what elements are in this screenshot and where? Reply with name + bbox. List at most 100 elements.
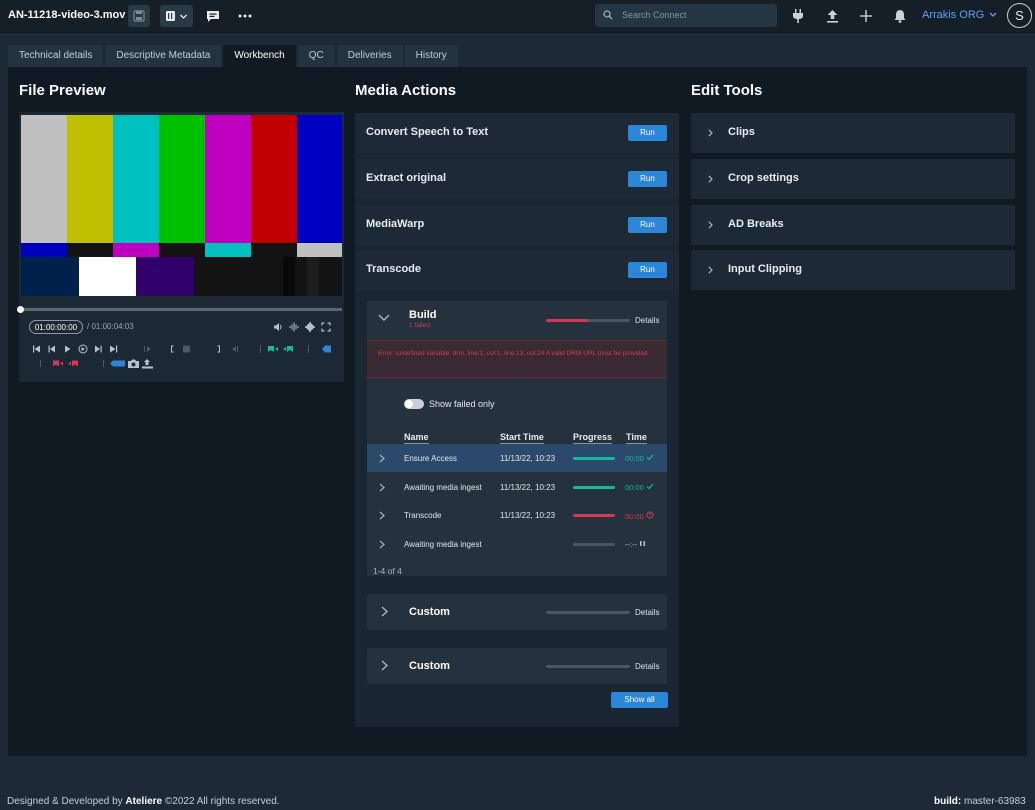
run-button[interactable]: Run — [628, 217, 667, 233]
notifications-button[interactable] — [892, 8, 908, 24]
footer-suffix: ©2022 All rights reserved. — [164, 796, 280, 807]
column-header-time[interactable]: Time — [626, 432, 647, 444]
duration-readout: / 01:00:04:03 — [87, 322, 134, 331]
comments-button[interactable] — [202, 5, 224, 27]
chevron-right-icon — [708, 129, 713, 137]
chevron-right-icon[interactable] — [379, 540, 385, 549]
video-player: 01:00:00:00 / 01:00:04:03 — [17, 112, 344, 382]
show-all-button[interactable]: Show all — [611, 692, 668, 708]
details-link[interactable]: Details — [635, 608, 659, 617]
chevron-right-icon[interactable] — [379, 483, 385, 492]
add-button[interactable] — [858, 8, 874, 24]
workflow-progress-fill — [546, 319, 588, 322]
task-name: Ensure Access — [404, 454, 457, 463]
edit-tool-ad-breaks[interactable]: AD Breaks — [691, 205, 1015, 245]
chevron-down-icon — [989, 12, 997, 17]
task-name: Transcode — [404, 511, 442, 520]
workflow-custom[interactable]: Custom Details — [367, 594, 667, 630]
upload-button[interactable] — [824, 8, 840, 24]
timeline-scrubber[interactable] — [17, 306, 342, 313]
task-start: 11/13/22, 10:23 — [500, 511, 556, 520]
chevron-right-icon[interactable] — [381, 606, 388, 617]
plus-icon — [860, 10, 872, 22]
video-frame — [21, 115, 342, 296]
table-row[interactable]: Transcode 11/13/22, 10:23 00:00 — [367, 501, 667, 529]
chevron-right-icon[interactable] — [381, 660, 388, 671]
avatar[interactable]: S — [1007, 3, 1032, 28]
toggle-label: Show failed only — [429, 399, 495, 409]
error-banner: Error: undefined variable: drm, line:1, … — [367, 340, 667, 378]
action-convert-speech-to-text: Convert Speech to Text Run — [355, 113, 679, 153]
org-name: Arrakis ORG — [922, 9, 985, 21]
footer-brand-link[interactable]: Ateliere — [125, 796, 162, 807]
tab-workbench[interactable]: Workbench — [223, 45, 296, 67]
edit-tools-title: Edit Tools — [691, 82, 763, 99]
error-icon — [646, 511, 654, 519]
check-icon — [646, 483, 654, 490]
chevron-right-icon[interactable] — [379, 454, 385, 463]
edit-tool-input-clipping[interactable]: Input Clipping — [691, 250, 1015, 290]
task-start: 11/13/22, 10:23 — [500, 454, 556, 463]
integrations-button[interactable] — [790, 8, 806, 24]
current-timecode[interactable]: 01:00:00:00 — [29, 320, 83, 334]
tab-bar: Technical details Descriptive Metadata W… — [8, 45, 460, 67]
fullscreen-icon[interactable] — [321, 322, 331, 332]
run-button[interactable]: Run — [628, 262, 667, 278]
task-name: Awaiting media ingest — [404, 540, 482, 549]
workflow-status: 1 failed — [409, 322, 430, 329]
details-link[interactable]: Details — [635, 316, 659, 325]
color-bars-image — [21, 115, 342, 296]
footer-credits: Designed & Developed by Ateliere ©2022 A… — [7, 796, 280, 807]
chevron-right-icon — [708, 266, 713, 274]
search-input[interactable]: Search Connect — [595, 4, 777, 27]
save-button[interactable] — [128, 5, 150, 27]
column-header-start-time[interactable]: Start Time — [500, 432, 544, 444]
transport-controls — [33, 344, 331, 354]
task-time-value: 00:00 — [625, 483, 644, 492]
tab-descriptive-metadata[interactable]: Descriptive Metadata — [105, 45, 222, 67]
tab-qc[interactable]: QC — [297, 45, 335, 67]
org-selector[interactable]: Arrakis ORG — [922, 9, 997, 21]
delete-menu-button[interactable] — [160, 5, 193, 27]
playhead-handle[interactable] — [17, 306, 24, 313]
save-icon — [133, 10, 145, 22]
tab-deliveries[interactable]: Deliveries — [336, 45, 403, 67]
table-row[interactable]: Awaiting media ingest --:-- — [367, 530, 667, 558]
task-time: 00:00 — [625, 511, 654, 521]
workflow-progress-bar — [546, 611, 630, 614]
workflow-name: Custom — [409, 660, 450, 672]
task-start: 11/13/22, 10:23 — [500, 483, 556, 492]
show-failed-toggle[interactable] — [404, 399, 424, 409]
file-name: AN-11218-video-3.mov — [8, 9, 126, 21]
media-actions-title: Media Actions — [355, 82, 457, 99]
comment-icon — [207, 10, 219, 22]
chevron-right-icon[interactable] — [379, 511, 385, 520]
column-header-progress[interactable]: Progress — [573, 432, 613, 444]
settings-gear-icon[interactable] — [305, 322, 315, 332]
plug-icon — [793, 9, 803, 23]
edit-tool-crop-settings[interactable]: Crop settings — [691, 159, 1015, 199]
tab-technical-details[interactable]: Technical details — [8, 45, 104, 67]
duration-timecode: 01:00:04:03 — [91, 322, 134, 331]
workflow-custom[interactable]: Custom Details — [367, 648, 667, 684]
edit-tool-clips[interactable]: Clips — [691, 113, 1015, 153]
check-icon — [646, 454, 654, 461]
task-time-value: --:-- — [625, 540, 638, 549]
build-value: master-63983 — [964, 796, 1026, 807]
chevron-down-icon[interactable] — [378, 314, 390, 322]
tab-history[interactable]: History — [404, 45, 458, 67]
table-row[interactable]: Awaiting media ingest 11/13/22, 10:23 00… — [367, 473, 667, 501]
run-button[interactable]: Run — [628, 125, 667, 141]
run-button[interactable]: Run — [628, 171, 667, 187]
more-button[interactable] — [234, 5, 256, 27]
bell-icon — [894, 10, 906, 23]
build-label: build: — [934, 796, 962, 807]
volume-icon[interactable] — [273, 322, 283, 332]
table-row[interactable]: Ensure Access 11/13/22, 10:23 00:00 — [367, 444, 667, 472]
waveform-icon[interactable] — [289, 322, 299, 332]
details-link[interactable]: Details — [635, 662, 659, 671]
build-info: build: master-63983 — [934, 796, 1026, 807]
column-header-name[interactable]: Name — [404, 432, 429, 444]
edit-tool-label: Crop settings — [728, 172, 799, 184]
action-transcode: Transcode Run — [355, 250, 679, 290]
